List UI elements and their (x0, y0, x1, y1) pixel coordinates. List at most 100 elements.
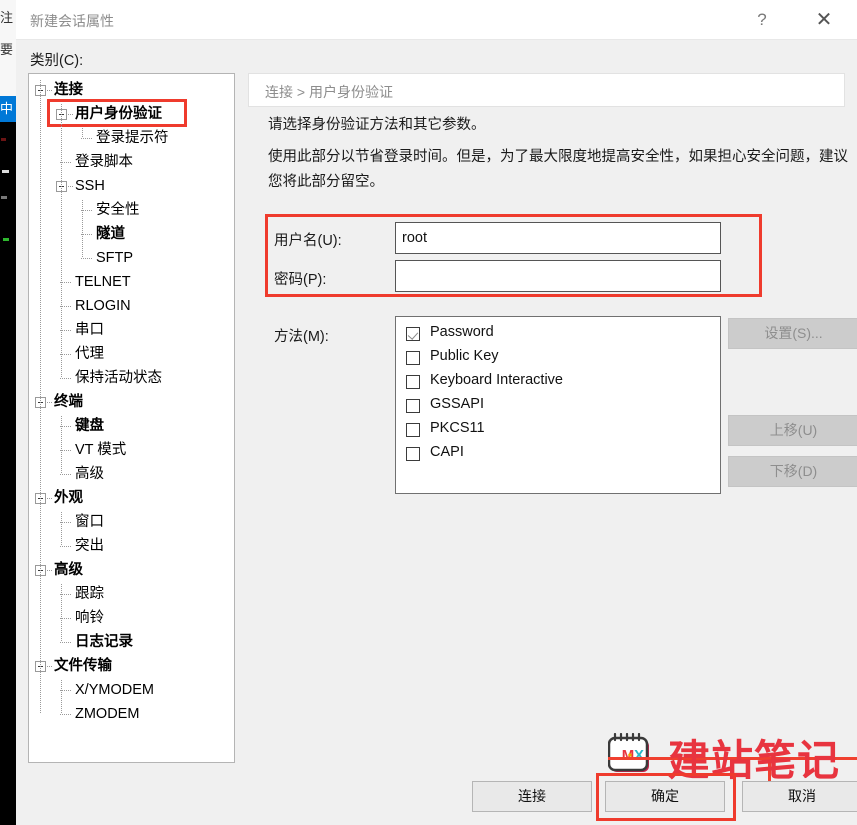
tree-item-12[interactable]: 代理 (29, 342, 234, 366)
tree-item-label: 日志记录 (75, 634, 133, 650)
tree-item-label: 外观 (54, 490, 83, 506)
category-tree[interactable]: 连接 用户身份验证登录提示符登录脚本 SSH 安全性隧道 SFTP TELNET RLOGI… (28, 73, 235, 763)
tree-item-4[interactable]: 登录脚本 (29, 150, 234, 174)
cancel-button[interactable]: 取消 (742, 781, 857, 812)
tree-item-18[interactable]: 外观 (29, 486, 234, 510)
tree-connector-horizontal (60, 378, 72, 379)
window-title: 新建会话属性 (30, 13, 114, 29)
tree-item-27[interactable]: ZMODEM (29, 702, 234, 726)
close-icon[interactable]: ✕ (801, 0, 847, 40)
checkbox-unchecked-icon[interactable] (406, 447, 420, 461)
tree-item-21[interactable]: 高级 (29, 558, 234, 582)
method-label: Password (430, 324, 494, 340)
watermark-text: 建站笔记 (668, 739, 841, 785)
tree-item-24[interactable]: 日志记录 (29, 630, 234, 654)
methods-list[interactable]: Password Public Key Keyboard Interactive GS… (395, 316, 721, 494)
tree-item-16[interactable]: VT 模式 (29, 438, 234, 462)
tree-item-3[interactable]: 登录提示符 (29, 126, 234, 150)
checkbox-checked-icon[interactable] (406, 327, 420, 341)
tree-item-10[interactable]: RLOGIN (29, 294, 234, 318)
tree-item-11[interactable]: 串口 (29, 318, 234, 342)
tree-item-label: VT 模式 (75, 442, 127, 458)
tree-item-8[interactable]: SFTP (29, 246, 234, 270)
tree-item-label: 高级 (54, 562, 83, 578)
tree-item-label: 连接 (54, 82, 83, 98)
tree-item-9[interactable]: TELNET (29, 270, 234, 294)
tree-item-6[interactable]: 安全性 (29, 198, 234, 222)
tree-item-label: 响铃 (75, 610, 104, 626)
backdrop-dot-gray (1, 196, 7, 199)
svg-text:M: M (622, 747, 635, 764)
tree-item-5[interactable]: SSH (29, 174, 234, 198)
tree-connector-vertical-6 (61, 512, 62, 546)
tree-item-20[interactable]: 突出 (29, 534, 234, 558)
tree-connector-horizontal (60, 714, 72, 715)
watermark: M X 建站笔记 (608, 729, 857, 805)
connect-button[interactable]: 连接 (472, 781, 592, 812)
credentials-highlight-box (265, 214, 762, 297)
backdrop-dot-green (3, 238, 9, 241)
tree-item-17[interactable]: 高级 (29, 462, 234, 486)
tree-connector-vertical-7 (61, 584, 62, 642)
tree-item-23[interactable]: 响铃 (29, 606, 234, 630)
method-row-3[interactable]: Keyboard Interactive (406, 371, 712, 395)
method-label: Public Key (430, 348, 499, 364)
tree-item-label: 保持活动状态 (75, 370, 162, 386)
tree-item-2[interactable]: 用户身份验证 (29, 99, 234, 127)
checkbox-unchecked-icon[interactable] (406, 375, 420, 389)
backdrop-dot-red (1, 138, 6, 141)
tree-connector-horizontal (47, 498, 53, 499)
tree-item-label: 键盘 (75, 418, 104, 434)
tree-item-7[interactable]: 隧道 (29, 222, 234, 246)
checkbox-unchecked-icon[interactable] (406, 351, 420, 365)
tree-item-25[interactable]: 文件传输 (29, 654, 234, 678)
tree-item-label: 文件传输 (54, 658, 112, 674)
move-up-button[interactable]: 上移(U) (728, 415, 857, 446)
method-row-4[interactable]: GSSAPI (406, 395, 712, 419)
method-row-1[interactable]: Password (406, 323, 712, 347)
backdrop-dot-white (2, 170, 9, 173)
title-bar: 新建会话属性 ? ✕ (16, 0, 857, 40)
breadcrumb-bar: 连接 > 用户身份验证 (248, 73, 845, 107)
method-row-5[interactable]: PKCS11 (406, 419, 712, 443)
tree-item-label: 突出 (75, 538, 104, 554)
method-row-2[interactable]: Public Key (406, 347, 712, 371)
checkbox-unchecked-icon[interactable] (406, 399, 420, 413)
tree-connector-horizontal (47, 666, 53, 667)
desktop-backdrop: 注 要 中 (0, 0, 16, 825)
tree-item-label: 登录提示符 (96, 130, 169, 146)
tree-connector-horizontal (47, 570, 53, 571)
tree-connector-horizontal (47, 90, 53, 91)
ok-button[interactable]: 确定 (605, 781, 725, 812)
tree-item-label: 窗口 (75, 514, 104, 530)
method-row-6[interactable]: CAPI (406, 443, 712, 467)
tree-connector-horizontal (68, 186, 74, 187)
checkbox-unchecked-icon[interactable] (406, 423, 420, 437)
tree-item-14[interactable]: 终端 (29, 390, 234, 414)
tree-item-13[interactable]: 保持活动状态 (29, 366, 234, 390)
tree-item-label: 代理 (75, 346, 104, 362)
move-down-button[interactable]: 下移(D) (728, 456, 857, 487)
help-icon[interactable]: ? (739, 0, 785, 40)
tree-connector-horizontal (81, 258, 93, 259)
tree-item-label: 登录脚本 (75, 154, 133, 170)
breadcrumb: 连接 > 用户身份验证 (265, 84, 393, 100)
tree-item-label: 安全性 (96, 202, 140, 218)
tree-item-label: ZMODEM (75, 706, 140, 722)
methods-label: 方法(M): (274, 329, 329, 345)
tree-item-label: 串口 (75, 322, 104, 338)
notebook-logo-icon: M X (608, 733, 649, 772)
tree-item-label: TELNET (75, 274, 131, 290)
tree-item-22[interactable]: 跟踪 (29, 582, 234, 606)
tree-item-label: SFTP (96, 250, 134, 266)
tree-item-19[interactable]: 窗口 (29, 510, 234, 534)
tree-item-label: RLOGIN (75, 298, 131, 314)
tree-connector-vertical-1 (40, 80, 41, 714)
backdrop-text-line-1: 注 (0, 10, 14, 25)
tree-item-15[interactable]: 键盘 (29, 414, 234, 438)
description-line-1: 请选择身份验证方法和其它参数。 (268, 117, 486, 133)
tree-item-26[interactable]: X/YMODEM (29, 678, 234, 702)
tree-connector-vertical-2 (61, 104, 62, 378)
tree-item-label: SSH (75, 178, 105, 194)
settings-button[interactable]: 设置(S)... (728, 318, 857, 349)
